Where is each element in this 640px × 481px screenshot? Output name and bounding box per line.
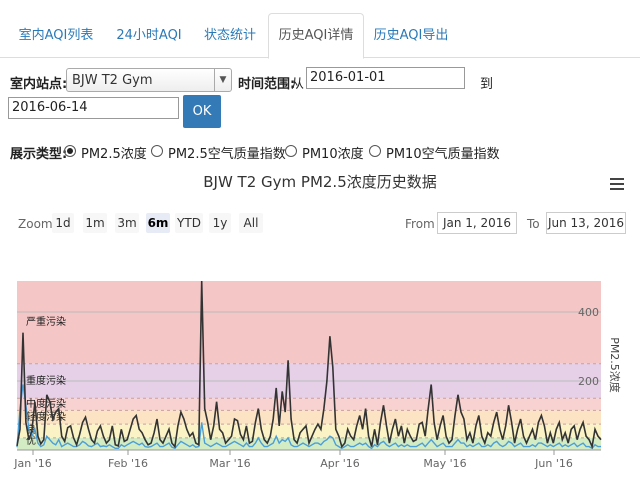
radio-pm25-aqi[interactable] <box>151 145 163 157</box>
radio-label-pm10-conc: PM10浓度 <box>302 147 364 162</box>
aqi-band-0 <box>17 437 601 450</box>
series-line-1 <box>16 280 602 450</box>
aqi-band-1 <box>17 424 601 438</box>
zoom-3m-button[interactable]: 3m <box>115 213 139 233</box>
zoom-6m-button[interactable]: 6m <box>146 213 170 233</box>
zoom-ytd-button[interactable]: YTD <box>175 213 203 233</box>
range-to-input[interactable]: Jun 13, 2016 <box>546 212 626 234</box>
aqi-band-3 <box>17 398 601 411</box>
tab-indoor-aqi-list[interactable]: 室内AQI列表 <box>10 14 102 56</box>
tab-status-stats[interactable]: 状态统计 <box>196 14 264 56</box>
radio-pm10-aqi[interactable] <box>369 145 381 157</box>
to-word: 到 <box>480 77 494 92</box>
y-axis-title: PM2.5浓度 <box>608 337 622 393</box>
zoom-1m-button[interactable]: 1m <box>83 213 107 233</box>
band-label-2: 中度污染 <box>26 397 66 410</box>
radio-label-pm25-conc: PM2.5浓度 <box>81 147 147 162</box>
band-label-1: 重度污染 <box>26 374 66 387</box>
time-range-label: 时间范围: <box>238 77 296 92</box>
x-tick-label: Jan '16 <box>13 457 51 470</box>
zoom-1y-button[interactable]: 1y <box>209 213 231 233</box>
chart-title: BJW T2 Gym PM2.5浓度历史数据 <box>203 173 437 191</box>
tab-history-aqi-export[interactable]: 历史AQI导出 <box>368 14 454 56</box>
x-tick-label: May '16 <box>423 457 466 470</box>
x-tick-label: Feb '16 <box>108 457 148 470</box>
radio-pm25-conc[interactable] <box>64 145 76 157</box>
from-word: 从 <box>291 77 305 92</box>
chevron-down-icon: ▼ <box>214 69 231 91</box>
station-label: 室内站点: <box>10 77 68 92</box>
range-from-input[interactable]: Jan 1, 2016 <box>437 212 517 234</box>
series-line-0 <box>16 384 601 450</box>
zoom-1d-button[interactable]: 1d <box>52 213 74 233</box>
band-label-3: 轻度污染 <box>26 410 66 423</box>
end-date-input[interactable]: 2016-06-14 <box>8 97 179 119</box>
y-tick-label: 400 <box>578 306 599 319</box>
radio-pm10-conc[interactable] <box>285 145 297 157</box>
station-select-value: BJW T2 Gym <box>72 73 153 88</box>
tab-24h-aqi[interactable]: 24小时AQI <box>108 14 190 56</box>
to-label: To <box>527 217 540 231</box>
radio-label-pm25-aqi: PM2.5空气质量指数 <box>168 147 286 162</box>
from-label: From <box>405 217 435 231</box>
tab-bar: 室内AQI列表 24小时AQI 状态统计 历史AQI详情 历史AQI导出 <box>0 13 640 59</box>
x-tick-label: Jun '16 <box>534 457 573 470</box>
band-label-4: 良 <box>26 423 36 436</box>
y-tick-label: 200 <box>578 375 599 388</box>
tab-history-aqi-detail[interactable]: 历史AQI详情 <box>268 13 364 59</box>
display-type-label: 展示类型: <box>10 147 68 162</box>
ok-button[interactable]: OK <box>183 95 221 128</box>
x-tick-label: Mar '16 <box>209 457 250 470</box>
zoom-all-button[interactable]: All <box>239 213 263 233</box>
zoom-label: Zoom <box>18 217 53 231</box>
aqi-band-2 <box>17 410 601 425</box>
start-date-input[interactable]: 2016-01-01 <box>306 67 465 89</box>
hamburger-menu-icon[interactable] <box>610 178 624 193</box>
station-select[interactable]: BJW T2 Gym ▼ <box>66 68 232 92</box>
band-label-5: 优 <box>26 434 36 447</box>
radio-label-pm10-aqi: PM10空气质量指数 <box>386 147 500 162</box>
aqi-band-5 <box>17 281 601 364</box>
band-label-0: 严重污染 <box>26 315 66 328</box>
aqi-band-4 <box>17 363 601 399</box>
x-tick-label: Apr '16 <box>320 457 360 470</box>
